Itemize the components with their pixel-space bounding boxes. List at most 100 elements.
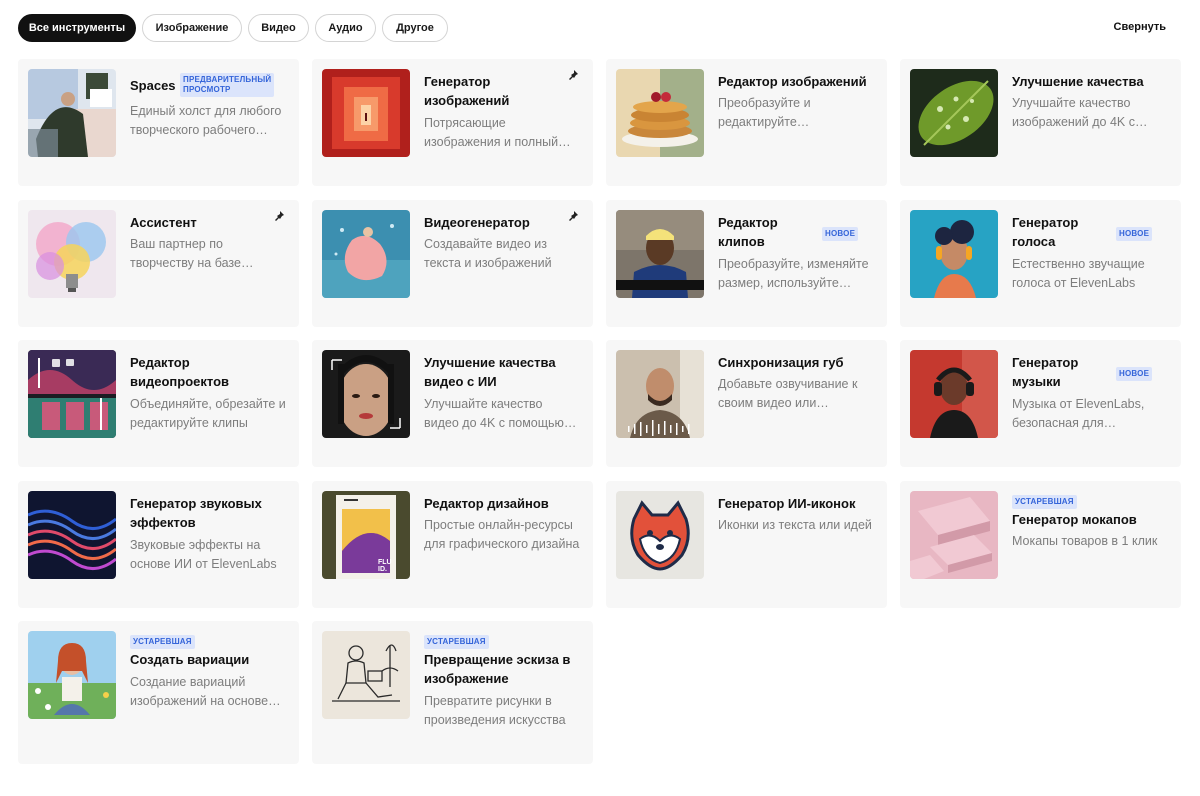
card-title: голоса — [1012, 234, 1056, 249]
card-desc: для графического дизайна — [424, 537, 580, 551]
icon-generator-thumbnail — [616, 491, 704, 579]
legacy-badge: Устаревшая — [130, 635, 195, 649]
voice-generator-thumbnail — [910, 210, 998, 298]
card-title: видеопроектов — [130, 374, 230, 389]
card-title: Создать вариации — [130, 652, 250, 667]
filter-audio[interactable]: Аудио — [315, 14, 376, 42]
card-desc: изображений на основе… — [130, 694, 281, 708]
card-desc: своим видео или… — [718, 396, 829, 410]
tool-card-sketch-to-image[interactable]: Устаревшая Превращение эскиза в изображе… — [312, 621, 593, 764]
card-title: Редактор — [718, 215, 778, 230]
card-title: Генератор — [1012, 215, 1079, 230]
tool-card-image-generator[interactable]: Генератор изображений Потрясающие изобра… — [312, 59, 593, 186]
card-title: Генератор — [1012, 355, 1079, 370]
card-desc: Преобразуйте, изменяйте — [718, 257, 869, 271]
sfx-generator-thumbnail — [28, 491, 116, 579]
card-title: видео с ИИ — [424, 374, 497, 389]
card-desc: Создавайте видео из — [424, 237, 547, 251]
pin-icon[interactable] — [567, 210, 579, 222]
music-generator-thumbnail — [910, 350, 998, 438]
card-desc: Создание вариаций — [130, 675, 246, 689]
card-title: Spaces — [130, 78, 176, 93]
filter-video[interactable]: Видео — [248, 14, 309, 42]
card-title: Редактор дизайнов — [424, 496, 549, 511]
tool-card-sfx-generator[interactable]: Генератор звуковых эффектов Звуковые эфф… — [18, 481, 299, 608]
card-desc: текста и изображений — [424, 256, 552, 270]
card-desc: творческого рабочего… — [130, 123, 268, 137]
card-title: Улучшение качества — [1012, 74, 1144, 89]
filter-all-tools[interactable]: Все инструменты — [18, 14, 136, 42]
card-desc: Потрясающие — [424, 116, 506, 130]
card-desc: произведения искусства — [424, 713, 566, 727]
card-desc: изображений до 4K с… — [1012, 115, 1148, 129]
pin-icon[interactable] — [567, 69, 579, 81]
lip-sync-thumbnail — [616, 350, 704, 438]
card-desc: Улучшайте качество — [1012, 96, 1131, 110]
new-badge: Новое — [1116, 367, 1153, 381]
card-title: Ассистент — [130, 215, 197, 230]
spaces-thumbnail — [28, 69, 116, 157]
filter-image[interactable]: Изображение — [142, 14, 242, 42]
card-desc: Звуковые эффекты на — [130, 538, 261, 552]
tool-card-video-generator[interactable]: Видеогенератор Создавайте видео из текст… — [312, 200, 593, 327]
card-desc: Улучшайте качество — [424, 397, 543, 411]
tool-card-assistant[interactable]: Ассистент Ваш партнер по творчеству на б… — [18, 200, 299, 327]
card-desc: Мокапы товаров в 1 клик — [1012, 534, 1158, 548]
mockup-generator-thumbnail — [910, 491, 998, 579]
video-generator-thumbnail — [322, 210, 410, 298]
card-title: Видеогенератор — [424, 215, 530, 230]
pin-icon[interactable] — [273, 210, 285, 222]
card-desc: редактируйте… — [718, 115, 810, 129]
mute-icon — [52, 359, 60, 367]
clip-editor-thumbnail — [616, 210, 704, 298]
tool-card-video-upscale[interactable]: Улучшение качества видео с ИИ Улучшайте … — [312, 340, 593, 467]
sketch-to-image-thumbnail — [322, 631, 410, 719]
legacy-badge: Устаревшая — [1012, 495, 1077, 509]
card-desc: творчеству на базе… — [130, 256, 254, 270]
card-desc: изображения и полный… — [424, 135, 571, 149]
tool-card-lip-sync[interactable]: Синхронизация губ Добавьте озвучивание к… — [606, 340, 887, 467]
badge-text: Предварительный — [183, 75, 272, 84]
legacy-badge: Устаревшая — [424, 635, 489, 649]
card-title: изображений — [424, 93, 510, 108]
tool-card-image-editor[interactable]: Редактор изображений Преобразуйте и реда… — [606, 59, 887, 186]
card-title: эффектов — [130, 515, 196, 530]
card-title: Генератор мокапов — [1012, 512, 1137, 527]
camera-icon — [66, 359, 74, 366]
card-desc: основе ИИ от ElevenLabs — [130, 557, 277, 571]
card-title: Синхронизация губ — [718, 355, 844, 370]
tool-card-variations[interactable]: Устаревшая Создать вариации Создание вар… — [18, 621, 299, 764]
new-badge: Новое — [822, 227, 859, 241]
design-poster-text: FLU ID. — [378, 559, 392, 573]
tool-card-icon-generator[interactable]: Генератор ИИ-иконок Иконки из текста или… — [606, 481, 887, 608]
card-title: музыки — [1012, 374, 1061, 389]
card-title: Редактор — [130, 355, 190, 370]
badge-text: просмотр — [183, 85, 231, 94]
tool-card-voice-generator[interactable]: Новое Генератор голоса Естественно звуча… — [900, 200, 1181, 327]
preview-badge: Предварительный просмотр — [180, 73, 275, 97]
card-title: Генератор — [424, 74, 491, 89]
tool-card-mockup-generator[interactable]: Устаревшая Генератор мокапов Мокапы това… — [900, 481, 1181, 608]
video-upscale-thumbnail — [322, 350, 410, 438]
image-editor-thumbnail — [616, 69, 704, 157]
filter-other[interactable]: Другое — [382, 14, 448, 42]
tool-card-video-project-editor[interactable]: Редактор видеопроектов Объединяйте, обре… — [18, 340, 299, 467]
new-badge: Новое — [1116, 227, 1153, 241]
card-desc: Иконки из текста или идей — [718, 518, 872, 532]
collapse-button[interactable]: Свернуть — [1114, 21, 1166, 33]
card-title: Генератор ИИ-иконок — [718, 496, 856, 511]
card-title: Редактор изображений — [718, 74, 867, 89]
tool-card-music-generator[interactable]: Новое Генератор музыки Музыка от ElevenL… — [900, 340, 1181, 467]
card-desc: Преобразуйте и — [718, 96, 811, 110]
card-desc: Естественно звучащие — [1012, 257, 1145, 271]
card-title: Генератор звуковых — [130, 496, 262, 511]
card-desc: Объединяйте, обрезайте и — [130, 397, 286, 411]
tool-card-upscale[interactable]: Улучшение качества Улучшайте качество из… — [900, 59, 1181, 186]
tool-card-spaces[interactable]: Spaces Предварительный просмотр Единый х… — [18, 59, 299, 186]
tool-card-clip-editor[interactable]: Новое Редактор клипов Преобразуйте, изме… — [606, 200, 887, 327]
card-title: изображение — [424, 671, 509, 686]
tool-card-design-editor[interactable]: FLU ID. Редактор дизайнов Простые онлайн… — [312, 481, 593, 608]
video-project-editor-thumbnail — [28, 350, 116, 438]
card-title: Превращение эскиза в — [424, 652, 571, 667]
card-desc: Ваш партнер по — [130, 237, 223, 251]
